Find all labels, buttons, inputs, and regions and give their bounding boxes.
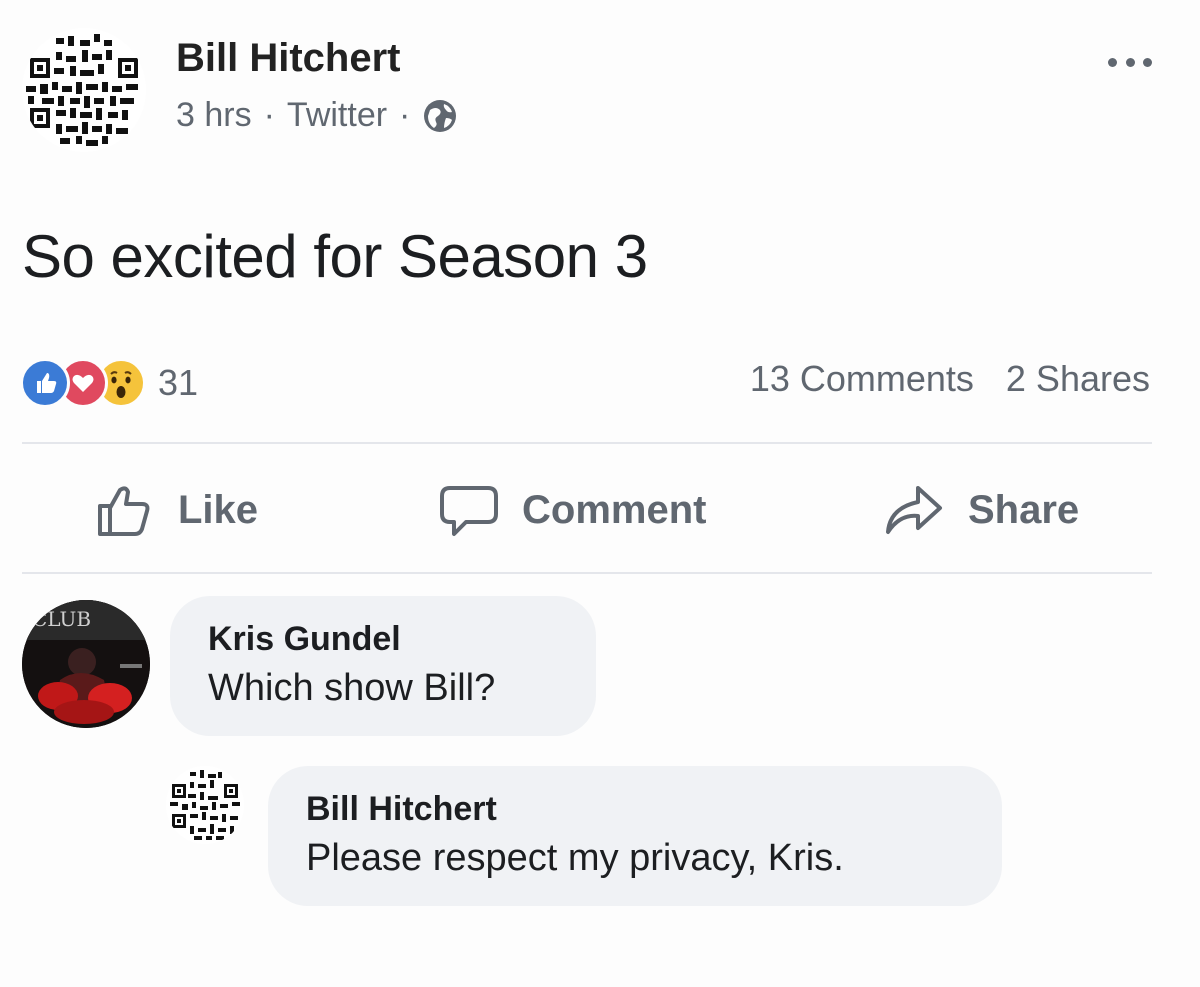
thumbs-up-icon [98, 486, 150, 536]
comments-count-link[interactable]: 13 Comments [750, 358, 974, 400]
reply-author-name[interactable]: Bill Hitchert [306, 790, 964, 829]
divider [22, 442, 1152, 444]
like-reaction-icon [20, 358, 70, 408]
meta-separator: · [399, 96, 411, 134]
globe-icon[interactable] [422, 98, 458, 134]
reaction-count: 31 [158, 362, 199, 403]
comment-author-name[interactable]: Kris Gundel [208, 620, 558, 659]
reply-text: Please respect my privacy, Kris. [306, 837, 844, 879]
commenter-avatar[interactable]: CLUB [22, 600, 150, 728]
comment-button-label: Comment [522, 487, 707, 532]
meta-separator: · [263, 96, 275, 134]
like-button[interactable]: Like [96, 478, 258, 542]
shares-count-link[interactable]: 2 Shares [1006, 358, 1150, 400]
qr-avatar-image [22, 28, 146, 152]
reactions-summary[interactable]: 31 [20, 356, 198, 410]
reply-bubble: Bill Hitchert Please respect my privacy,… [268, 766, 1002, 906]
reply-author-avatar[interactable] [166, 766, 244, 844]
post-text: So excited for Season 3 [22, 223, 648, 290]
post-source[interactable]: Twitter [287, 96, 387, 135]
engagement-counts: 13 Comments 2 Shares [750, 358, 1150, 400]
share-button[interactable]: Share [884, 478, 1079, 542]
comment-button[interactable]: Comment [440, 478, 706, 542]
post-meta: 3 hrs · Twitter · [176, 96, 458, 135]
post-author-name[interactable]: Bill Hitchert [176, 36, 400, 81]
share-arrow-icon [886, 486, 942, 534]
club-photo-image: CLUB [22, 600, 150, 728]
comment-bubble: Kris Gundel Which show Bill? [170, 596, 596, 736]
post-time[interactable]: 3 hrs [176, 96, 252, 135]
divider [22, 572, 1152, 574]
qr-avatar-image [166, 766, 244, 844]
author-avatar[interactable] [22, 28, 146, 152]
comment-text: Which show Bill? [208, 667, 496, 709]
share-button-label: Share [968, 487, 1080, 532]
like-button-label: Like [178, 487, 259, 532]
more-options-icon[interactable] [1108, 52, 1152, 72]
comment-bubble-icon [440, 486, 498, 536]
avatar-lettering: CLUB [32, 607, 91, 631]
